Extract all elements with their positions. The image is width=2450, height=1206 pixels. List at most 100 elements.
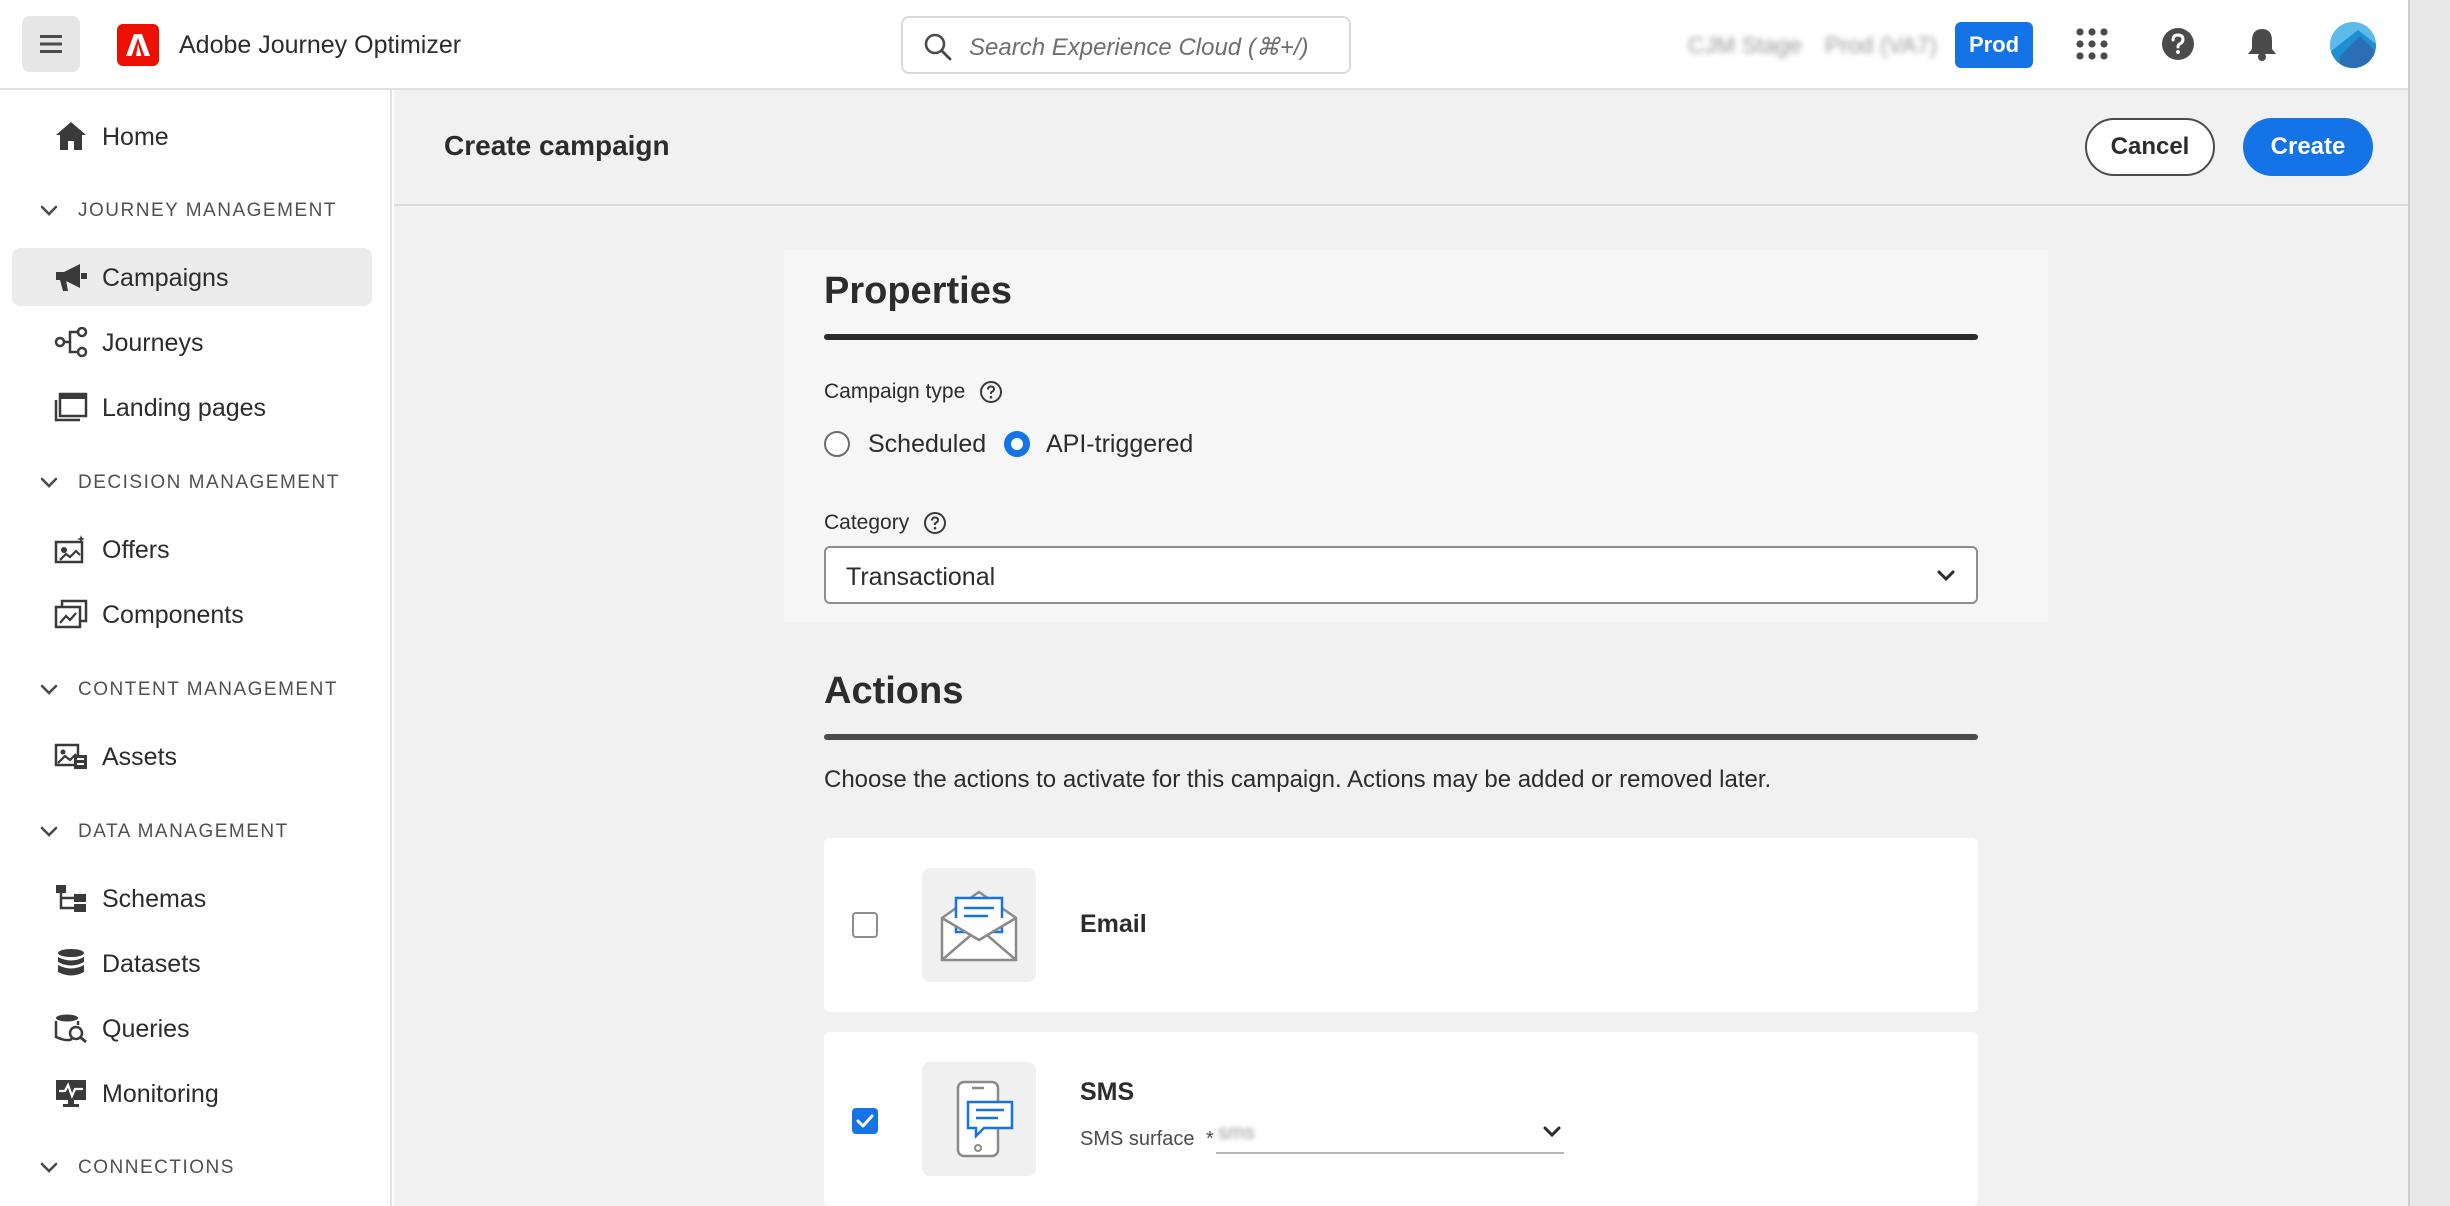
create-button[interactable]: Create	[2243, 118, 2373, 176]
sidebar-item-offers[interactable]: Offers	[12, 520, 372, 578]
cancel-button[interactable]: Cancel	[2085, 118, 2215, 176]
email-action-card[interactable]: Email	[824, 838, 1978, 1012]
sms-surface-label-text: SMS surface	[1080, 1128, 1195, 1150]
category-label-text: Category	[824, 511, 910, 534]
window-edge	[2408, 0, 2450, 1206]
email-checkbox[interactable]	[852, 912, 878, 938]
sidebar-item-monitoring[interactable]: Monitoring	[12, 1064, 372, 1122]
home-icon	[54, 121, 88, 151]
sidebar-item-label: Campaigns	[102, 264, 229, 292]
section-decision-management[interactable]: DECISION MANAGEMENT	[38, 472, 340, 494]
section-journey-management[interactable]: JOURNEY MANAGEMENT	[38, 200, 337, 222]
actions-divider	[824, 734, 1978, 740]
page-title: Create campaign	[444, 130, 670, 161]
checkmark-icon	[856, 1114, 874, 1128]
sidebar-item-label: Assets	[102, 743, 178, 771]
notifications-bell-icon[interactable]	[2246, 26, 2278, 62]
hamburger-menu-button[interactable]	[22, 16, 80, 72]
hamburger-icon	[40, 35, 62, 53]
section-content-management[interactable]: CONTENT MANAGEMENT	[38, 679, 338, 701]
offers-icon	[54, 534, 88, 564]
sidebar-item-label: Offers	[102, 536, 170, 564]
required-asterisk: *	[1206, 1128, 1214, 1150]
radio-label-api-triggered[interactable]: API-triggered	[1046, 430, 1193, 459]
chevron-down-icon	[40, 684, 58, 695]
category-select[interactable]: Transactional	[824, 546, 1978, 604]
sidebar-item-home[interactable]: Home	[12, 107, 372, 165]
help-circle-icon[interactable]	[923, 511, 947, 535]
help-circle-icon[interactable]	[979, 380, 1003, 404]
sms-channel-icon	[922, 1062, 1036, 1176]
sms-surface-select[interactable]: sms	[1216, 1114, 1564, 1154]
sidebar-item-label: Landing pages	[102, 394, 267, 422]
database-icon	[54, 948, 88, 978]
campaign-type-label-text: Campaign type	[824, 380, 966, 403]
section-label: CONTENT MANAGEMENT	[78, 679, 338, 700]
chevron-down-icon	[40, 205, 58, 216]
adobe-logo-icon[interactable]	[117, 24, 159, 66]
sidebar-item-label: Schemas	[102, 885, 207, 913]
actions-title: Actions	[824, 670, 964, 712]
chevron-down-icon	[1937, 570, 1955, 582]
sidebar-item-queries[interactable]: Queries	[12, 999, 372, 1057]
radio-api-triggered[interactable]	[1004, 431, 1030, 457]
sidebar-item-label: Queries	[102, 1015, 190, 1043]
email-label: Email	[1080, 910, 1147, 938]
section-label: DECISION MANAGEMENT	[78, 472, 340, 493]
app-switcher-icon[interactable]	[2074, 26, 2110, 62]
sidebar-item-campaigns[interactable]: Campaigns	[12, 248, 372, 306]
top-bar: Adobe Journey Optimizer Search Experienc…	[0, 0, 2408, 90]
actions-description: Choose the actions to activate for this …	[824, 766, 1772, 793]
org-name[interactable]: CJM Stage	[1688, 32, 1802, 59]
sidebar-item-label: Home	[102, 123, 169, 151]
properties-title: Properties	[824, 270, 1012, 312]
properties-divider	[824, 334, 1978, 340]
email-channel-icon	[922, 868, 1036, 982]
category-label: Category	[824, 511, 947, 535]
monitoring-icon	[54, 1078, 88, 1108]
radio-scheduled[interactable]	[824, 431, 850, 457]
sidebar-item-journeys[interactable]: Journeys	[12, 313, 372, 371]
campaign-type-label: Campaign type	[824, 380, 1003, 404]
section-data-management[interactable]: DATA MANAGEMENT	[38, 821, 289, 843]
section-connections[interactable]: CONNECTIONS	[38, 1157, 235, 1179]
category-value: Transactional	[846, 563, 996, 591]
sidebar-item-landing-pages[interactable]: Landing pages	[12, 378, 372, 436]
page-header: Create campaign Cancel Create	[394, 90, 2408, 206]
chevron-down-icon	[40, 826, 58, 837]
chevron-down-icon	[40, 477, 58, 488]
main-content: Create campaign Cancel Create Properties…	[394, 90, 2408, 1206]
schema-icon	[54, 883, 88, 913]
landing-page-icon	[54, 392, 88, 422]
sidebar-item-label: Components	[102, 601, 244, 629]
app-title[interactable]: Adobe Journey Optimizer	[179, 31, 461, 60]
search-placeholder: Search Experience Cloud (⌘+/)	[969, 34, 1309, 61]
components-icon	[54, 599, 88, 629]
sms-action-card[interactable]: SMS SMS surface * sms	[824, 1032, 1978, 1206]
radio-label-scheduled[interactable]: Scheduled	[868, 430, 986, 459]
section-label: DATA MANAGEMENT	[78, 821, 289, 842]
sms-surface-value: sms	[1218, 1122, 1255, 1144]
sidebar-item-datasets[interactable]: Datasets	[12, 934, 372, 992]
user-avatar[interactable]	[2330, 22, 2376, 68]
sandbox-name[interactable]: Prod (VA7)	[1825, 32, 1937, 59]
sidebar-item-label: Journeys	[102, 329, 204, 357]
search-input[interactable]: Search Experience Cloud (⌘+/)	[901, 16, 1351, 74]
sidebar-item-components[interactable]: Components	[12, 585, 372, 643]
sidebar-item-schemas[interactable]: Schemas	[12, 869, 372, 927]
journey-icon	[54, 327, 88, 357]
chevron-down-icon	[40, 1162, 58, 1173]
assets-icon	[54, 741, 88, 771]
environment-badge[interactable]: Prod	[1955, 22, 2033, 68]
query-icon	[54, 1013, 88, 1043]
chevron-down-icon	[1543, 1126, 1561, 1138]
search-icon	[924, 33, 952, 61]
megaphone-icon	[54, 262, 88, 292]
sms-surface-label: SMS surface *	[1080, 1128, 1214, 1151]
section-label: JOURNEY MANAGEMENT	[78, 200, 337, 221]
sms-label: SMS	[1080, 1078, 1135, 1106]
help-icon[interactable]	[2160, 26, 2196, 62]
sms-checkbox[interactable]	[852, 1108, 878, 1134]
sidebar-item-assets[interactable]: Assets	[12, 727, 372, 785]
sidebar-item-label: Datasets	[102, 950, 201, 978]
